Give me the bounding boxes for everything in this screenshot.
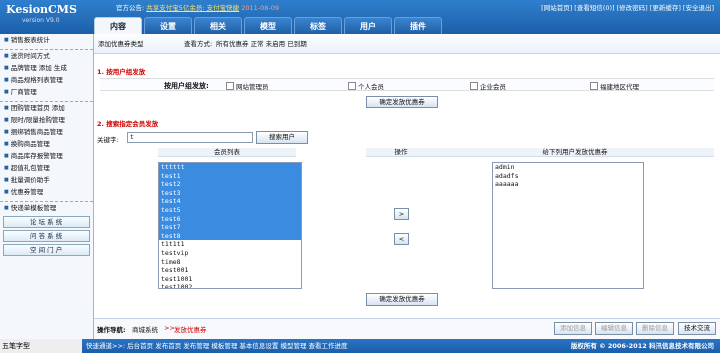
notice-date: 2011-08-09 [241,4,280,12]
member-option[interactable]: test8 [159,231,301,241]
group-checkbox-enterprise[interactable]: 企业会员 [470,81,506,91]
keyword-label: 关键字: [97,136,119,144]
sidebar-item[interactable]: 品牌管理 添加 生成 [0,62,93,74]
member-option[interactable]: time8 [159,258,301,267]
sidebar-item[interactable]: 捆绑销售商品管理 [0,126,93,138]
member-option[interactable]: test3 [159,188,301,198]
official-notice: 官方公告: 共享支付宝5亿余员: 支付宝快捷 2011-08-09 [116,2,279,12]
target-list-header: 给下列用户发放优惠券 [436,148,714,157]
sidebar-item[interactable]: 商品库存报警管理 [0,150,93,162]
group-checkbox-admin[interactable]: 网站管理员 [226,81,269,91]
tab-users[interactable]: 用户 [344,17,392,34]
quick-links[interactable]: 快速通道>>: 后台首页 发布首页 发布管理 模板管理 基本信息设置 模型管理 … [86,339,348,353]
group-label: 按用户组发放: [164,82,209,90]
sidebar-item[interactable]: 限时/限量抢购管理 [0,114,93,126]
ime-toolbar[interactable]: 五笔字型 [0,339,82,353]
member-option[interactable]: testvip [159,249,301,258]
keyword-input[interactable]: t [127,132,253,143]
remove-member-button[interactable]: < [394,233,409,245]
tab-labels[interactable]: 标签 [294,17,342,34]
nav-current: 发放优惠券 [174,326,207,334]
main-tabs: 内容 设置 相关 模型 标签 用户 插件 [94,17,442,34]
search-user-button[interactable]: 搜索用户 [256,131,308,144]
section1-title: 1. 按用户组发放 [97,68,146,76]
member-option[interactable]: test5 [159,205,301,215]
member-list-header: 会员列表 [158,148,296,157]
member-listbox[interactable]: tttttt test1 test2 test3 test4 test5 test6 test… [158,162,302,289]
member-option[interactable]: test4 [159,197,301,206]
sidebar-item[interactable]: 销售报表统计 [0,34,93,46]
group-checkbox-fujian[interactable]: 福建地区代理 [590,81,639,91]
notice-label: 官方公告: [116,4,145,12]
sidebar-item[interactable]: 换购商品管理 [0,138,93,150]
target-option[interactable]: adadfs [493,172,643,181]
member-option[interactable]: test2 [159,180,301,189]
nav-path[interactable]: 商城系统 [132,324,158,334]
tab-models[interactable]: 模型 [244,17,292,34]
main-content: 添加优惠券类型 查看方式: 所有优惠券 正常 未启用 已到期 1. 按用户组发放… [94,34,720,339]
tab-plugins[interactable]: 插件 [394,17,442,34]
member-options: tttttt test1 test2 test3 test4 test5 test6 test… [159,163,301,288]
member-option[interactable]: t1t1t1 [159,240,301,249]
top-links[interactable]: [网站首页] [查看短信(0)] [修改密码] [更新缓存] [安全退出] [541,2,714,12]
issue-coupon-group-button[interactable]: 确定发放优惠券 [366,96,438,108]
sidebar-item[interactable]: 商品规格列表管理 [0,74,93,86]
sidebar-item[interactable]: 超值礼包管理 [0,162,93,174]
content-header: 添加优惠券类型 查看方式: 所有优惠券 正常 未启用 已到期 [94,34,720,54]
add-coupon-type-link[interactable]: 添加优惠券类型 [98,40,144,48]
edit-info-button[interactable]: 编辑信息 [595,322,633,335]
sidebar-item[interactable]: 批量调价助手 [0,174,93,186]
footer: 五笔字型 快速通道>>: 后台首页 发布首页 发布管理 模板管理 基本信息设置 … [0,339,720,353]
member-option[interactable]: test6 [159,214,301,224]
tab-related[interactable]: 相关 [194,17,242,34]
copyright: 版权所有 © 2006-2012 科汛信息技术有限公司 [570,342,714,350]
view-mode-label: 查看方式: [184,40,213,48]
issue-coupon-member-button[interactable]: 确定发放优惠券 [366,293,438,306]
sidebar-button-forum[interactable]: 论 坛 系 统 [3,216,90,228]
sidebar-item[interactable]: 送货时间方式 [0,50,93,62]
group-row: 按用户组发放: 网站管理员 个人会员 企业会员 福建地区代理 [100,78,714,91]
sidebar-menu: 销售报表统计送货时间方式品牌管理 添加 生成商品规格列表管理厂商管理团购管理首页… [0,34,93,214]
sidebar-button-qa[interactable]: 问 答 系 统 [3,230,90,242]
group-checkbox-personal[interactable]: 个人会员 [348,81,384,91]
member-option[interactable]: test1002 [159,283,301,288]
app-logo: KesionCMS [6,3,77,16]
target-options: admin adadfs aaaaaa [493,163,643,189]
tab-content[interactable]: 内容 [94,17,142,34]
bottom-bar: 操作导航: 商城系统 >> 发放优惠券 添加信息 编辑信息 删除信息 技术交流 [94,318,720,339]
member-option[interactable]: test001 [159,266,301,275]
member-option[interactable]: test1001 [159,275,301,284]
notice-link[interactable]: 共享支付宝5亿余员: 支付宝快捷 [146,4,239,12]
sidebar-item[interactable]: 快递单模板管理 [0,202,93,214]
member-option[interactable]: tttttt [159,163,301,172]
delete-info-button[interactable]: 删除信息 [636,322,674,335]
add-info-button[interactable]: 添加信息 [554,322,592,335]
target-listbox[interactable]: admin adadfs aaaaaa [492,162,644,289]
target-option[interactable]: admin [493,163,643,172]
operation-header: 操作 [366,148,436,157]
member-option[interactable]: test1 [159,171,301,181]
app-version: version V9.0 [22,17,60,24]
target-option[interactable]: aaaaaa [493,180,643,189]
sidebar-item[interactable]: 厂商管理 [0,86,93,98]
sidebar-button-space[interactable]: 空 间 门 户 [3,244,90,256]
tab-settings[interactable]: 设置 [144,17,192,34]
sidebar-item[interactable]: 团购管理首页 添加 [0,102,93,114]
member-option[interactable]: test7 [159,223,301,232]
nav-label: 操作导航: [97,326,126,334]
sidebar: 销售报表统计送货时间方式品牌管理 添加 生成商品规格列表管理厂商管理团购管理首页… [0,34,94,339]
sidebar-item[interactable]: 优惠券管理 [0,186,93,198]
tech-exchange-button[interactable]: 技术交流 [678,322,716,335]
view-mode-options[interactable]: 所有优惠券 正常 未启用 已到期 [216,34,307,54]
add-member-button[interactable]: > [394,208,409,220]
section2-title: 2. 搜索指定会员发放 [97,120,159,128]
top-header: KesionCMS version V9.0 官方公告: 共享支付宝5亿余员: … [0,0,720,34]
